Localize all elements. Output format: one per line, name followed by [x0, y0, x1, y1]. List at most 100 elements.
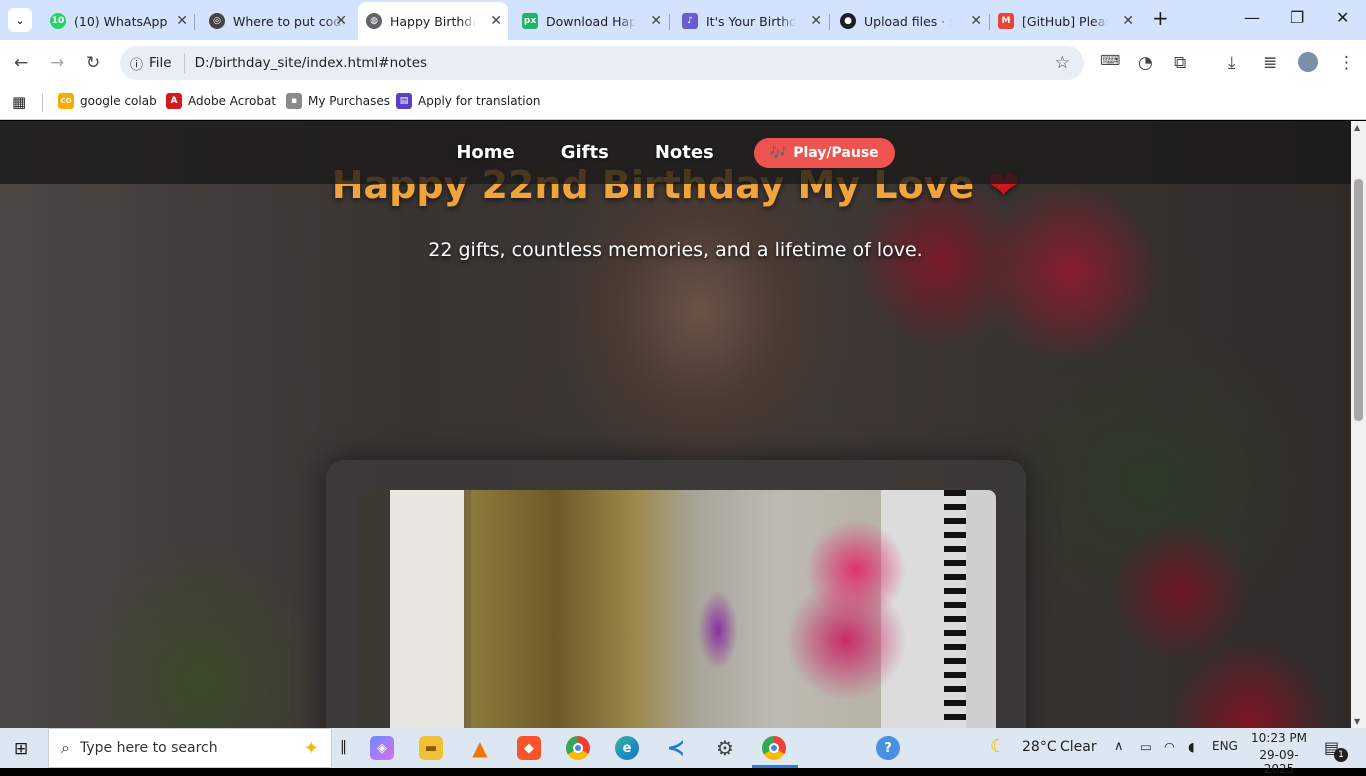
clock-date[interactable]: 29-09-2025	[1248, 748, 1310, 776]
file-explorer-icon[interactable]: ▬	[419, 736, 443, 760]
notebook-spiral	[944, 490, 966, 728]
profile-avatar[interactable]	[1298, 52, 1318, 72]
close-tab-icon[interactable]: ✕	[176, 13, 188, 29]
github-icon: ●	[840, 13, 856, 29]
close-window-icon[interactable]: ✕	[1336, 8, 1349, 27]
tab-gmail[interactable]: M [GitHub] Please verify ✕	[994, 6, 1140, 36]
gallery-card	[326, 460, 1026, 728]
address-bar[interactable]: ⓘ File D:/birthday_site/index.html#notes…	[120, 46, 1084, 80]
tab-title: It's Your Birthday	[706, 13, 796, 29]
site-info-chip[interactable]: ⓘ File	[120, 53, 185, 73]
close-tab-icon[interactable]: ✕	[490, 13, 502, 29]
nav-notes[interactable]: Notes	[655, 142, 714, 163]
scrollbar-thumb[interactable]	[1354, 179, 1363, 421]
incognito-icon[interactable]: ◔	[1138, 53, 1153, 73]
volume-icon[interactable]: ◖	[1188, 739, 1195, 754]
site-nav: Home Gifts Notes 🎶 Play/Pause	[0, 121, 1351, 184]
chrome-active-icon[interactable]	[762, 736, 786, 760]
keyboard-icon[interactable]: ⌨	[1100, 53, 1120, 69]
tab-github-upload[interactable]: ● Upload files · sindhu ✕	[834, 6, 988, 36]
restore-icon[interactable]: ❐	[1290, 8, 1304, 27]
bookmark-my-purchases[interactable]: ▪ My Purchases	[286, 93, 390, 109]
weather-desc[interactable]: Clear	[1060, 739, 1097, 755]
close-tab-icon[interactable]: ✕	[810, 13, 822, 29]
moon-weather-icon: ☾	[990, 736, 1007, 757]
taskbar-search[interactable]: ⌕ Type here to search ✦	[48, 728, 332, 768]
chatgpt-icon: ◎	[209, 13, 225, 29]
wifi-icon[interactable]: ◠	[1164, 739, 1175, 754]
colab-icon: CO	[58, 93, 74, 109]
vlc-icon[interactable]: ▲	[468, 736, 492, 760]
download-icon[interactable]: ⤓	[1228, 53, 1236, 73]
sparkle-icon: ✦	[303, 737, 319, 759]
site-info-label: File	[149, 55, 172, 71]
tab-title: Upload files · sindhu	[864, 13, 952, 29]
page-viewport: Happy 22nd Birthday My Love ❤ 22 gifts, …	[0, 121, 1351, 728]
bookmark-label: My Purchases	[308, 94, 391, 108]
language-indicator[interactable]: ENG	[1212, 739, 1238, 753]
settings-gear-icon[interactable]: ⚙	[713, 736, 737, 760]
bookmark-apply-translation[interactable]: ▤ Apply for translation	[396, 93, 541, 109]
clock-time[interactable]: 10:23 PM	[1250, 731, 1308, 745]
purchases-icon: ▪	[286, 93, 302, 109]
media-control-icon[interactable]: ≣	[1263, 53, 1277, 73]
url-text[interactable]: D:/birthday_site/index.html#notes	[195, 55, 427, 71]
minimize-icon[interactable]: —	[1244, 8, 1260, 27]
search-placeholder: Type here to search	[79, 740, 218, 756]
bookmark-google-colab[interactable]: CO google colab	[58, 93, 157, 109]
battery-icon[interactable]: ▭	[1140, 739, 1152, 754]
tab-title: [GitHub] Please verify	[1022, 13, 1108, 29]
whatsapp-icon: 10	[50, 13, 66, 29]
translation-icon: ▤	[396, 93, 412, 109]
bookmark-star-icon[interactable]: ☆	[1055, 53, 1070, 73]
tab-strip: ⌄ 10 (10) WhatsApp ✕ ◎ Where to put code…	[0, 0, 1366, 40]
chrome-icon[interactable]	[566, 736, 590, 760]
gmail-icon: M	[998, 13, 1014, 29]
new-tab-button[interactable]: +	[1152, 6, 1169, 30]
help-icon[interactable]: ?	[876, 736, 900, 760]
play-pause-button[interactable]: 🎶 Play/Pause	[753, 137, 895, 168]
gallery-photo[interactable]	[356, 490, 996, 728]
tab-title: Where to put code	[233, 13, 345, 29]
nav-gifts[interactable]: Gifts	[561, 142, 609, 163]
bookmark-label: Apply for translation	[418, 94, 541, 108]
tab-birthday-active[interactable]: ◍ Happy Birthday My Love ✕	[358, 2, 508, 40]
bookmarks-bar: ▦ CO google colab A Adobe Acrobat ▪ My P…	[0, 86, 1366, 120]
close-tab-icon[interactable]: ✕	[970, 13, 982, 29]
scroll-up-arrow-icon[interactable]: ▲	[1354, 123, 1360, 132]
tab-title: Download Happy	[546, 13, 636, 29]
bookmark-label: Adobe Acrobat	[188, 94, 277, 108]
notification-badge: 1	[1334, 748, 1348, 762]
bookmark-label: google colab	[80, 94, 157, 108]
weather-temp[interactable]: 28°C	[1022, 739, 1057, 755]
extensions-icon[interactable]: ⧉	[1174, 53, 1186, 73]
edge-icon[interactable]: e	[615, 736, 639, 760]
tab-pixabay[interactable]: px Download Happy ✕	[514, 6, 668, 36]
tab-whatsapp[interactable]: 10 (10) WhatsApp ✕	[40, 6, 194, 36]
vscode-icon[interactable]: ≺	[664, 736, 688, 761]
reload-icon[interactable]: ↻	[86, 53, 100, 73]
brave-icon[interactable]: ◆	[517, 736, 541, 760]
hero-subtitle: 22 gifts, countless memories, and a life…	[428, 239, 923, 261]
back-arrow-icon[interactable]: ←	[14, 53, 28, 73]
close-tab-icon[interactable]: ✕	[650, 13, 662, 29]
music-icon: 🎶	[769, 144, 788, 161]
forward-arrow-icon[interactable]: →	[50, 53, 64, 73]
tray-chevron-icon[interactable]: ∧	[1114, 739, 1124, 754]
apps-grid-icon[interactable]: ▦	[12, 93, 26, 111]
nav-home[interactable]: Home	[456, 142, 514, 163]
menu-kebab-icon[interactable]: ⋮	[1338, 53, 1355, 73]
page-scrollbar[interactable]: ▲ ▼	[1351, 121, 1366, 728]
windows-start-icon[interactable]: ⊞	[14, 739, 28, 759]
tab-birthday-song[interactable]: ♪ It's Your Birthday ✕	[674, 6, 828, 36]
audio-icon: ♪	[682, 13, 698, 29]
tab-chatgpt[interactable]: ◎ Where to put code ✕	[199, 6, 353, 36]
bookmark-adobe-acrobat[interactable]: A Adobe Acrobat	[166, 93, 276, 109]
close-tab-icon[interactable]: ✕	[335, 13, 347, 29]
close-tab-icon[interactable]: ✕	[1122, 13, 1134, 29]
tab-search-button[interactable]: ⌄	[8, 8, 32, 32]
tab-title: (10) WhatsApp	[74, 13, 168, 29]
copilot-icon[interactable]: ◈	[370, 736, 394, 760]
scroll-down-arrow-icon[interactable]: ▼	[1354, 717, 1360, 726]
task-view-icon[interactable]: ‖	[340, 739, 347, 755]
